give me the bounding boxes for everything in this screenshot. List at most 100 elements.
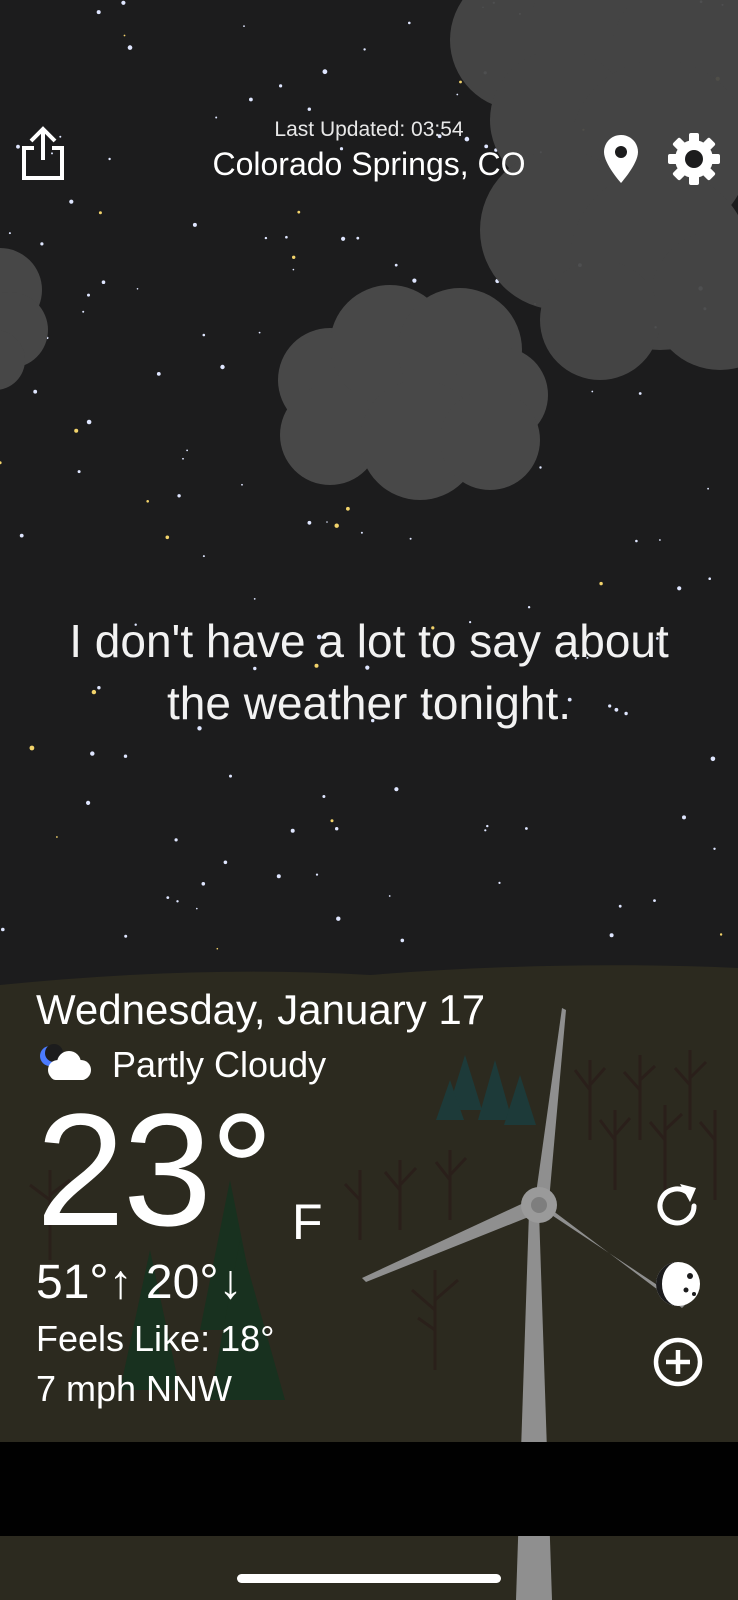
star <box>29 745 35 751</box>
star <box>202 333 206 337</box>
star <box>484 829 487 832</box>
star <box>336 916 341 921</box>
refresh-icon <box>657 1184 697 1226</box>
star <box>363 48 366 51</box>
star <box>182 457 184 460</box>
star <box>186 449 189 452</box>
star <box>192 222 197 227</box>
star <box>708 577 711 580</box>
star <box>176 900 179 903</box>
wind-info: 7 mph NNW <box>36 1368 233 1409</box>
star <box>394 787 399 792</box>
star <box>635 539 638 543</box>
location-button[interactable] <box>602 133 640 185</box>
star <box>307 520 312 525</box>
star <box>713 847 716 850</box>
star <box>322 69 328 75</box>
star <box>196 907 198 910</box>
star <box>201 882 206 886</box>
star <box>388 895 391 897</box>
star <box>297 210 301 214</box>
star <box>307 107 311 111</box>
star <box>33 389 38 394</box>
star <box>459 80 462 84</box>
star <box>253 598 256 600</box>
star <box>330 819 334 823</box>
star <box>243 25 245 27</box>
add-location-button[interactable] <box>650 1334 706 1390</box>
star <box>86 800 91 806</box>
settings-button[interactable] <box>666 131 722 187</box>
star <box>498 881 501 885</box>
star <box>264 236 268 240</box>
add-icon <box>653 1337 703 1387</box>
star <box>707 487 709 490</box>
star <box>315 873 319 876</box>
star <box>229 774 232 778</box>
star <box>659 539 661 541</box>
star <box>326 521 328 523</box>
star <box>525 827 528 830</box>
star <box>400 938 405 943</box>
star <box>412 278 417 283</box>
star <box>539 466 542 469</box>
star <box>220 364 225 370</box>
star <box>682 815 686 820</box>
high-low-temperature: 51°↑ 20°↓ <box>36 1256 243 1309</box>
star <box>334 523 339 528</box>
star <box>74 428 79 433</box>
star <box>8 232 11 235</box>
star <box>166 896 170 899</box>
star <box>591 390 594 393</box>
moon-phase-button[interactable] <box>650 1256 706 1312</box>
star <box>146 500 149 503</box>
star <box>677 586 682 591</box>
star <box>123 34 126 37</box>
star <box>710 756 716 762</box>
star <box>241 483 243 486</box>
star <box>356 236 360 240</box>
star <box>1 927 5 932</box>
star <box>360 531 363 534</box>
star <box>335 827 339 831</box>
star <box>127 45 133 50</box>
star <box>98 211 102 215</box>
star <box>719 933 723 936</box>
star <box>121 0 126 5</box>
star <box>409 537 412 540</box>
star <box>249 97 253 102</box>
star <box>40 242 44 246</box>
star <box>90 751 95 756</box>
star <box>599 581 603 586</box>
star <box>101 280 106 285</box>
star <box>653 899 656 902</box>
location-pin-icon <box>604 135 638 183</box>
star <box>394 263 398 267</box>
star <box>638 392 642 395</box>
star <box>19 533 24 538</box>
star <box>87 293 90 297</box>
star <box>156 372 161 376</box>
star <box>174 838 178 842</box>
star <box>285 235 288 239</box>
moon-phase-icon <box>656 1262 700 1306</box>
star <box>124 934 128 938</box>
star <box>82 310 85 313</box>
forecast-date: Wednesday, January 17 <box>36 986 486 1033</box>
star <box>346 506 350 511</box>
star <box>322 795 326 798</box>
star <box>527 606 531 609</box>
star <box>77 470 81 474</box>
star <box>96 10 101 15</box>
star <box>341 236 346 241</box>
refresh-button[interactable] <box>650 1178 706 1234</box>
star <box>290 828 295 833</box>
bottom-ad-bar <box>0 1442 738 1536</box>
star <box>202 555 205 558</box>
home-indicator[interactable] <box>237 1574 501 1583</box>
star <box>292 268 295 271</box>
star <box>136 288 139 290</box>
feels-like-temperature: Feels Like: 18° <box>36 1318 275 1359</box>
star <box>279 84 283 88</box>
temperature-unit[interactable]: F <box>292 1193 323 1251</box>
